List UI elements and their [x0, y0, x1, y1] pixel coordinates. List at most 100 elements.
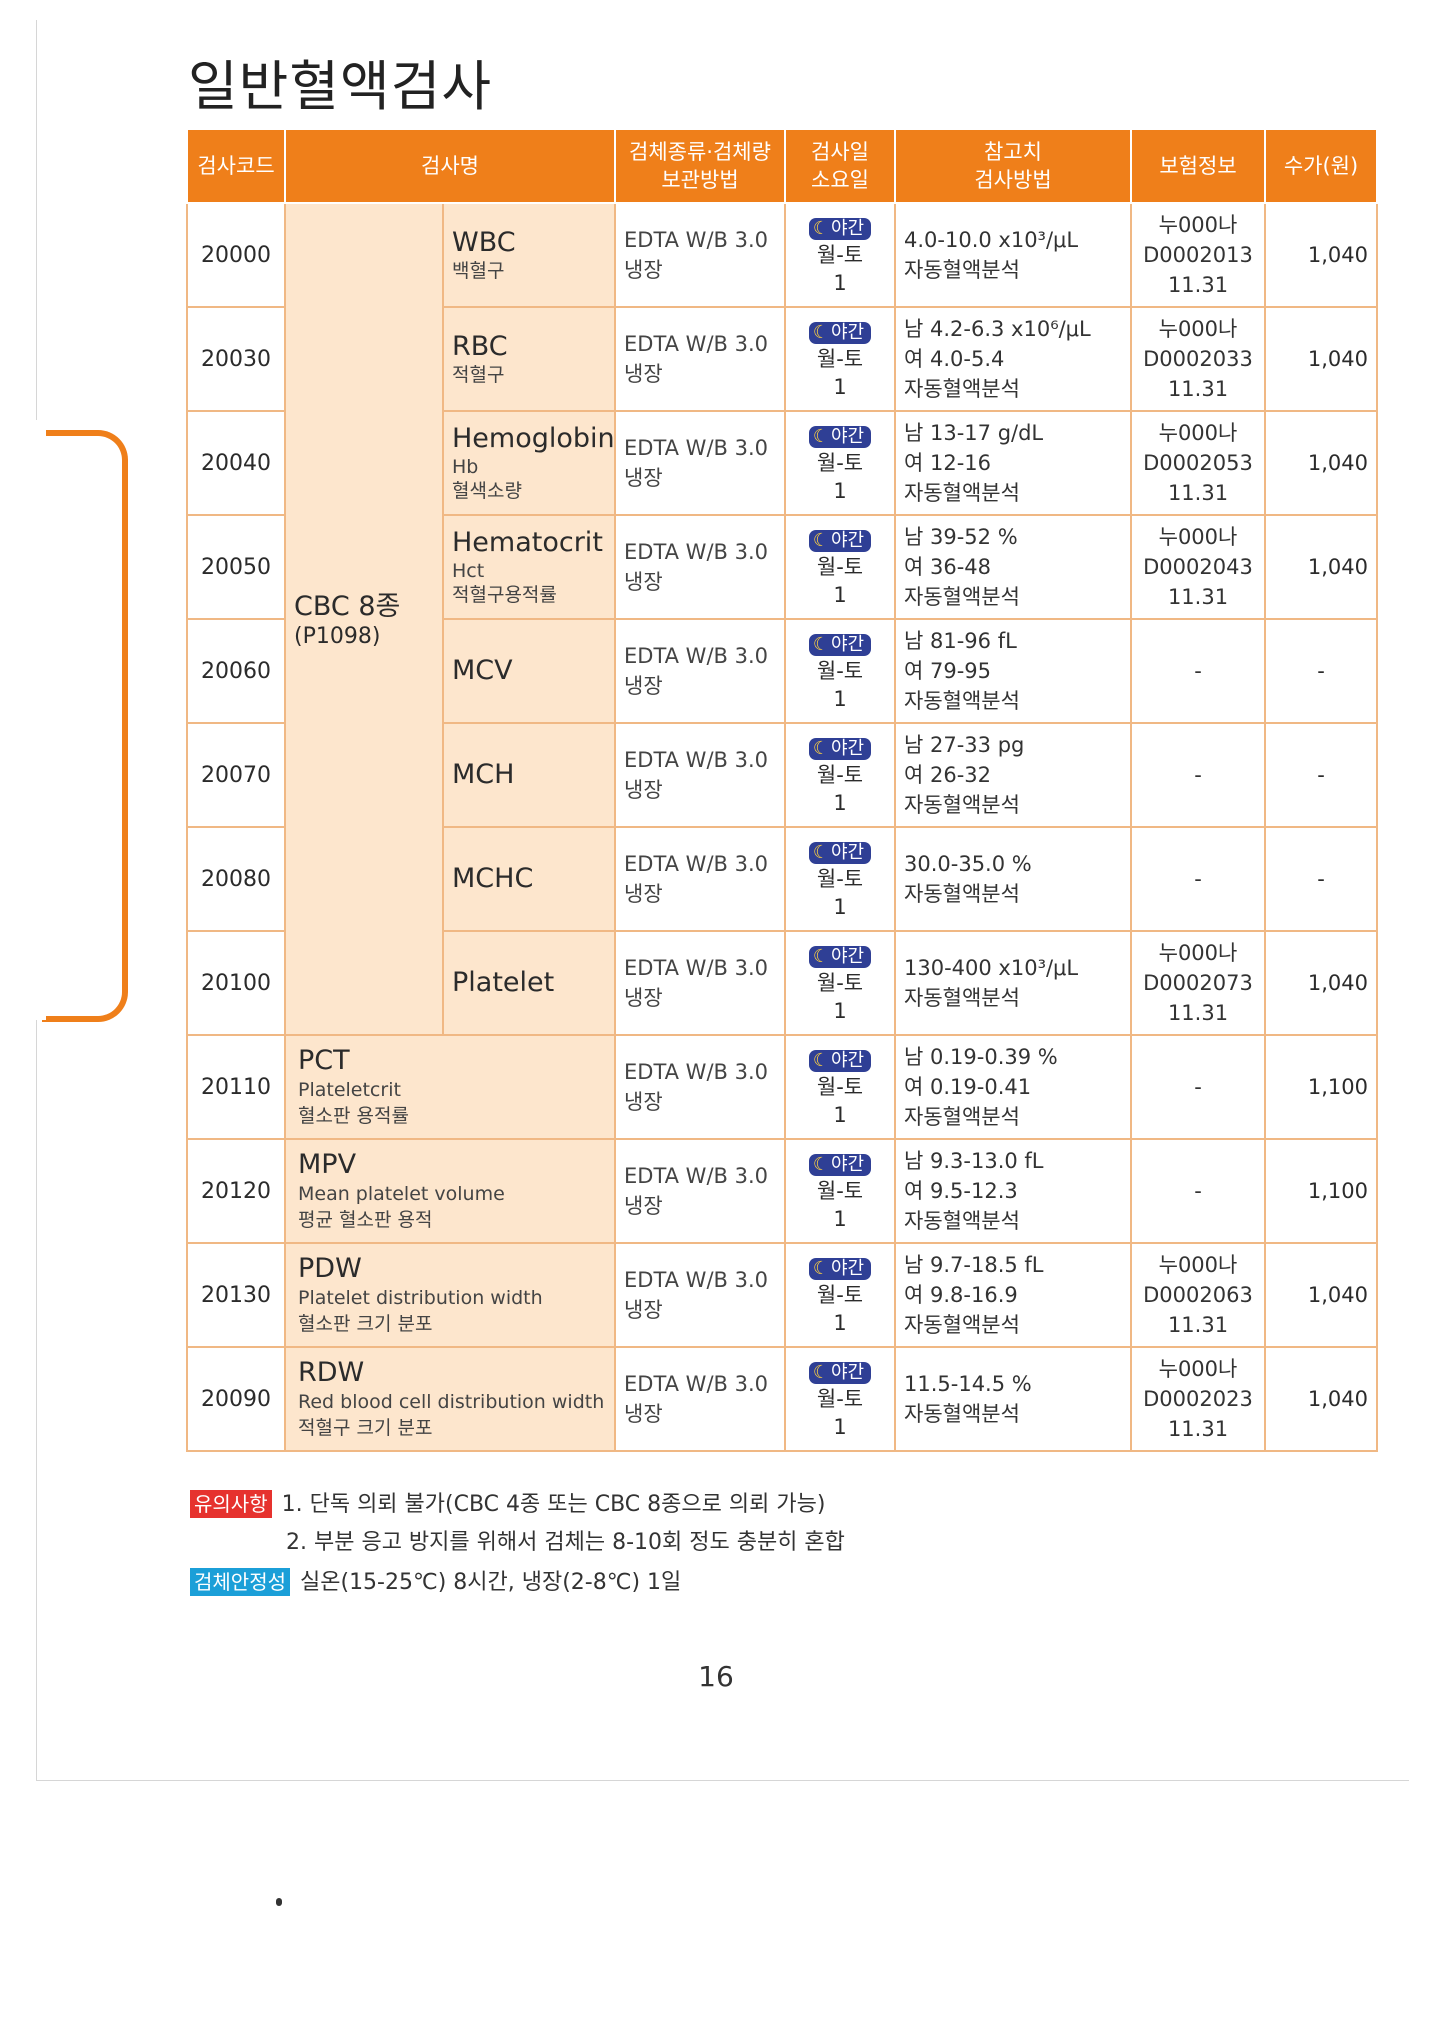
- header-fee: 수가(원): [1264, 128, 1378, 204]
- insurance-line: D0002063: [1143, 1283, 1253, 1307]
- test-code: 20050: [186, 514, 286, 620]
- insurance-line: 누000나: [1158, 941, 1238, 965]
- specimen-cell: EDTA W/B 3.0 냉장: [614, 722, 786, 828]
- page-title: 일반혈액검사: [188, 55, 493, 118]
- insurance-cell: -: [1130, 826, 1266, 932]
- test-code: 20030: [186, 306, 286, 412]
- test-name-sub: Hct: [452, 560, 485, 582]
- reference-line: 남 27-33 pg: [904, 733, 1025, 757]
- test-code: 20100: [186, 930, 286, 1036]
- specimen-storage: 냉장: [624, 778, 663, 802]
- group-title: CBC 8종: [294, 590, 401, 622]
- test-name: Hematocrit: [452, 527, 603, 558]
- test-name-cell: PDW Platelet distribution width 혈소판 크기 분…: [284, 1242, 616, 1348]
- insurance-cell: 누000나 D0002053 11.31: [1130, 410, 1266, 516]
- insurance-line: -: [1194, 1075, 1202, 1099]
- night-badge: ☾ 야간: [808, 738, 872, 760]
- test-code: 20120: [186, 1138, 286, 1244]
- specimen-cell: EDTA W/B 3.0 냉장: [614, 1242, 786, 1348]
- test-duration: 1: [833, 271, 847, 295]
- specimen-type: EDTA W/B 3.0: [624, 956, 768, 980]
- reference-line: 자동혈액분석: [904, 585, 1020, 609]
- test-name-cell: WBC 백혈구: [442, 202, 616, 308]
- group-code: (P1098): [294, 623, 381, 649]
- reference-cell: 남 9.3-13.0 fL 여 9.5-12.3 자동혈액분석: [894, 1138, 1132, 1244]
- reference-line: 자동혈액분석: [904, 1402, 1020, 1426]
- specimen-cell: EDTA W/B 3.0 냉장: [614, 1138, 786, 1244]
- test-days: 월-토: [816, 971, 864, 995]
- reference-line: 자동혈액분석: [904, 481, 1020, 505]
- table-row: 20000 CBC 8종 (P1098) WBC 백혈구 EDTA W/B 3.…: [186, 202, 1378, 1036]
- caution-line-1: 1. 단독 의뢰 불가(CBC 4종 또는 CBC 8종으로 의뢰 가능): [281, 1492, 826, 1517]
- test-days: 월-토: [816, 1179, 864, 1203]
- insurance-cell: 누000나 D0002063 11.31: [1130, 1242, 1266, 1348]
- reference-line: 자동혈액분석: [904, 258, 1020, 282]
- insurance-line: D0002023: [1143, 1387, 1253, 1411]
- night-badge: ☾ 야간: [808, 842, 872, 864]
- test-name: RDW: [298, 1357, 365, 1388]
- test-code: 20000: [186, 202, 286, 308]
- night-badge: ☾ 야간: [808, 946, 872, 968]
- specimen-storage: 냉장: [624, 258, 663, 282]
- insurance-cell: -: [1130, 722, 1266, 828]
- test-duration: 1: [833, 791, 847, 815]
- specimen-storage: 냉장: [624, 882, 663, 906]
- specimen-storage: 냉장: [624, 1298, 663, 1322]
- test-name: PCT: [298, 1045, 350, 1076]
- reference-line: 4.0-10.0 x10³/μL: [904, 228, 1079, 252]
- insurance-line: -: [1194, 867, 1202, 891]
- stability-row: 검체안정성 실온(15-25℃) 8시간, 냉장(2-8℃) 1일: [190, 1564, 845, 1602]
- night-badge: ☾ 야간: [808, 218, 872, 240]
- specimen-type: EDTA W/B 3.0: [624, 540, 768, 564]
- night-badge: ☾ 야간: [808, 634, 872, 656]
- insurance-cell: -: [1130, 618, 1266, 724]
- cbc-group-cell: CBC 8종 (P1098): [284, 202, 444, 1036]
- scan-speck: [276, 1898, 282, 1906]
- schedule-cell: ☾ 야간 월-토 1: [784, 1242, 896, 1348]
- moon-icon: ☾: [812, 530, 829, 551]
- reference-cell: 남 27-33 pg 여 26-32 자동혈액분석: [894, 722, 1132, 828]
- test-name-cell: MCH: [442, 722, 616, 828]
- insurance-line: -: [1194, 763, 1202, 787]
- reference-line: 자동혈액분석: [904, 986, 1020, 1010]
- moon-icon: ☾: [812, 634, 829, 655]
- test-name-kor: 적혈구용적률: [452, 584, 557, 606]
- test-days: 월-토: [816, 243, 864, 267]
- reference-line: 남 4.2-6.3 x10⁶/μL: [904, 317, 1091, 341]
- test-name: MCHC: [452, 863, 534, 894]
- specimen-storage: 냉장: [624, 466, 663, 490]
- specimen-cell: EDTA W/B 3.0 냉장: [614, 618, 786, 724]
- insurance-line: 11.31: [1167, 1417, 1229, 1441]
- specimen-type: EDTA W/B 3.0: [624, 644, 768, 668]
- reference-line: 130-400 x10³/μL: [904, 956, 1079, 980]
- schedule-cell: ☾ 야간 월-토 1: [784, 618, 896, 724]
- test-name-sub: Plateletcrit: [298, 1079, 401, 1101]
- specimen-type: EDTA W/B 3.0: [624, 852, 768, 876]
- schedule-cell: ☾ 야간 월-토 1: [784, 722, 896, 828]
- moon-icon: ☾: [812, 1154, 829, 1175]
- test-name-cell: MCV: [442, 618, 616, 724]
- header-name: 검사명: [284, 128, 616, 204]
- night-badge: ☾ 야간: [808, 1050, 872, 1072]
- caution-label: 유의사항: [190, 1490, 272, 1518]
- header-insurance: 보험정보: [1130, 128, 1266, 204]
- insurance-line: D0002073: [1143, 971, 1253, 995]
- test-name-kor: 혈소판 용적률: [298, 1105, 409, 1127]
- specimen-storage: 냉장: [624, 1090, 663, 1114]
- reference-line: 남 81-96 fL: [904, 629, 1017, 653]
- test-name-cell: RBC 적혈구: [442, 306, 616, 412]
- reference-line: 남 0.19-0.39 %: [904, 1045, 1058, 1069]
- insurance-cell: 누000나 D0002073 11.31: [1130, 930, 1266, 1036]
- moon-icon: ☾: [812, 322, 829, 343]
- page-number: 16: [698, 1660, 734, 1693]
- header-code: 검사코드: [186, 128, 286, 204]
- insurance-cell: 누000나 D0002013 11.31: [1130, 202, 1266, 308]
- reference-cell: 남 81-96 fL 여 79-95 자동혈액분석: [894, 618, 1132, 724]
- specimen-cell: EDTA W/B 3.0 냉장: [614, 202, 786, 308]
- night-badge: ☾ 야간: [808, 530, 872, 552]
- fee-cell: -: [1264, 826, 1378, 932]
- specimen-cell: EDTA W/B 3.0 냉장: [614, 930, 786, 1036]
- night-badge: ☾ 야간: [808, 426, 872, 448]
- insurance-line: 누000나: [1158, 421, 1238, 445]
- schedule-cell: ☾ 야간 월-토 1: [784, 826, 896, 932]
